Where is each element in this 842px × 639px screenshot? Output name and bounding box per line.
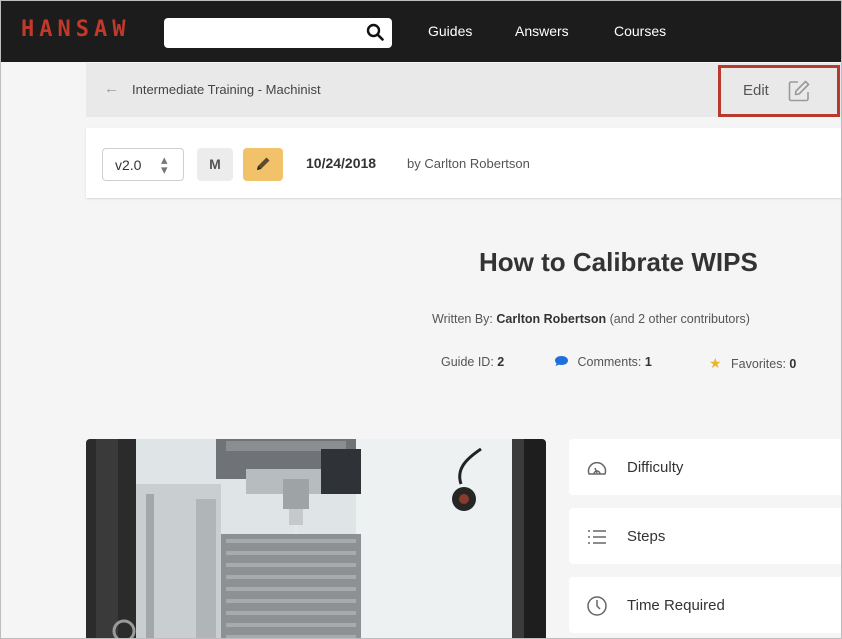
- revision-author[interactable]: by Carlton Robertson: [407, 156, 530, 171]
- nav-link-courses[interactable]: Courses: [614, 23, 666, 39]
- guide-hero-image[interactable]: [86, 439, 546, 638]
- star-icon: ★: [709, 355, 722, 371]
- version-value: v2.0: [115, 157, 142, 173]
- list-icon: [588, 530, 606, 544]
- top-nav: HANSAW Guides Answers Courses: [1, 1, 841, 62]
- contributors-link[interactable]: (and 2 other contributors): [610, 312, 750, 326]
- difficulty-card[interactable]: Difficulty: [569, 439, 841, 495]
- minor-version-button[interactable]: M: [197, 148, 233, 181]
- nav-link-answers[interactable]: Answers: [515, 23, 569, 39]
- back-arrow-icon[interactable]: ←: [104, 80, 119, 97]
- guide-title: How to Calibrate WIPS: [479, 247, 758, 277]
- comment-icon: [555, 356, 568, 366]
- favorites-count[interactable]: ★ Favorites: 0: [709, 355, 796, 372]
- machine-photo: [86, 439, 546, 638]
- page: HANSAW Guides Answers Courses ← Intermed…: [0, 0, 842, 639]
- pencil-button[interactable]: [243, 148, 283, 181]
- revision-date: 10/24/2018: [306, 155, 377, 171]
- favorites-value: 0: [789, 357, 797, 371]
- version-bar: v2.0 ▴ ▾ M 10/24/2018 by Carlton Robertso…: [86, 128, 841, 198]
- search-input[interactable]: [164, 18, 392, 48]
- guide-id-value: 2: [497, 355, 505, 369]
- breadcrumb-link[interactable]: Intermediate Training - Machinist: [132, 82, 321, 97]
- edit-label: Edit: [743, 82, 769, 99]
- difficulty-label: Difficulty: [627, 459, 684, 476]
- guide-id: Guide ID: 2: [441, 355, 504, 369]
- favorites-label: Favorites:: [731, 357, 786, 371]
- edit-icon: [788, 80, 810, 102]
- clock-icon: [587, 596, 607, 616]
- time-required-card[interactable]: Time Required: [569, 577, 841, 633]
- byline-prefix: Written By:: [432, 312, 493, 326]
- byline: Written By: Carlton Robertson (and 2 oth…: [432, 312, 750, 326]
- guide-id-label: Guide ID:: [441, 355, 494, 369]
- nav-link-guides[interactable]: Guides: [428, 23, 472, 39]
- version-select[interactable]: v2.0 ▴ ▾: [102, 148, 184, 181]
- pencil-icon: [257, 157, 270, 170]
- gauge-icon: [587, 461, 607, 475]
- select-arrows-icon: ▴ ▾: [161, 152, 168, 177]
- author-link[interactable]: Carlton Robertson: [496, 312, 606, 326]
- logo[interactable]: HANSAW: [21, 17, 130, 42]
- search-icon[interactable]: [366, 23, 384, 41]
- comments-count[interactable]: Comments: 1: [554, 355, 652, 369]
- comments-value: 1: [644, 355, 652, 369]
- comments-label: Comments:: [577, 355, 642, 369]
- time-required-label: Time Required: [627, 597, 725, 614]
- steps-label: Steps: [627, 528, 666, 545]
- breadcrumb: ← Intermediate Training - Machinist Edit: [86, 63, 841, 117]
- steps-card[interactable]: Steps: [569, 508, 841, 564]
- edit-button[interactable]: Edit: [718, 65, 840, 117]
